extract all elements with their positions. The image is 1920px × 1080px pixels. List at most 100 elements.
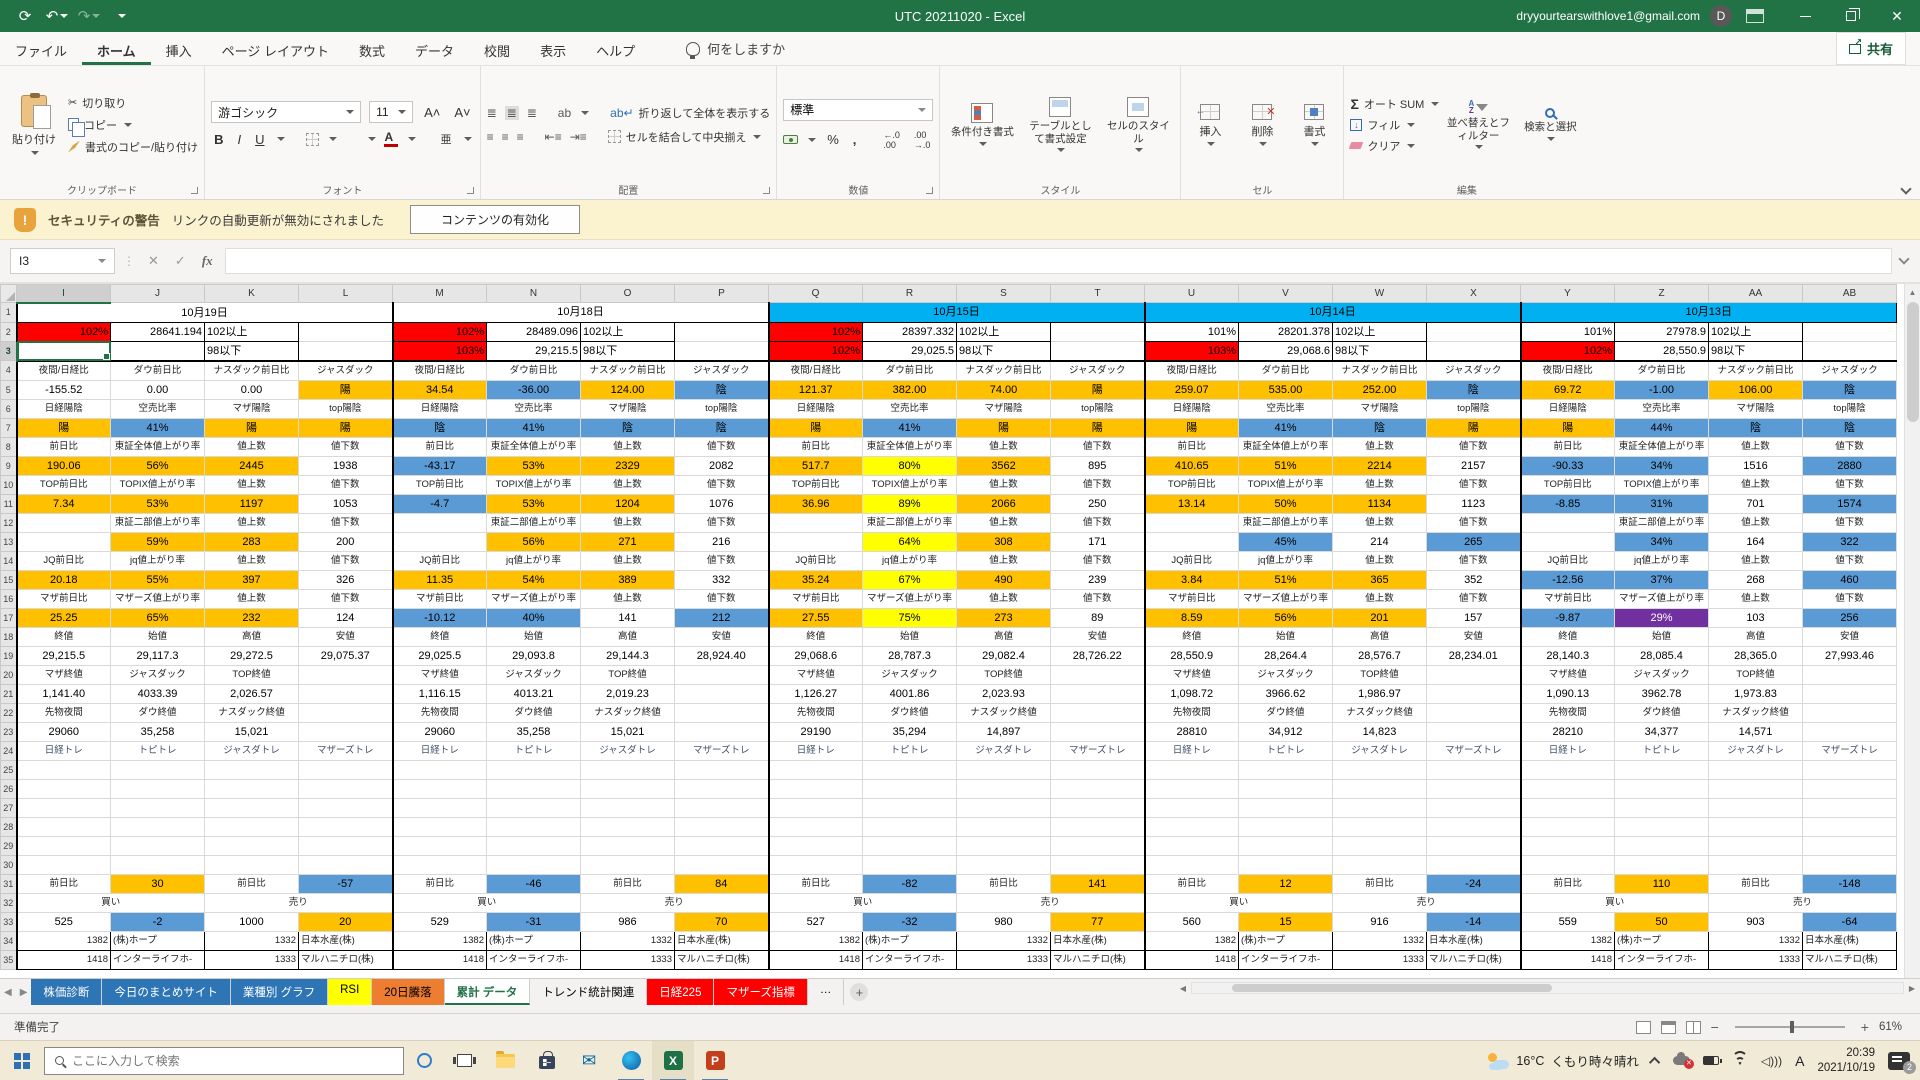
- cell-I7[interactable]: 陽: [17, 418, 111, 437]
- powerpoint-taskbar-button[interactable]: P: [694, 1041, 736, 1080]
- menu-tab-2[interactable]: ホーム: [82, 32, 151, 65]
- cell-K4[interactable]: ナスダック前日比: [205, 361, 299, 381]
- cell-Y4[interactable]: 夜間/日経比: [1521, 361, 1615, 381]
- scroll-up-icon[interactable]: ▲: [1905, 284, 1920, 300]
- cell-L15[interactable]: 326: [299, 570, 393, 589]
- cell-T23[interactable]: [1051, 722, 1145, 741]
- cell-P26[interactable]: [675, 779, 769, 798]
- cell-S17[interactable]: 273: [957, 608, 1051, 627]
- cell-W19[interactable]: 28,576.7: [1333, 646, 1427, 665]
- cell-Y23[interactable]: 28210: [1521, 722, 1615, 741]
- cell-P22[interactable]: [675, 703, 769, 722]
- cell-W25[interactable]: [1333, 760, 1427, 779]
- column-header-Q[interactable]: Q: [769, 285, 863, 303]
- cell-P10[interactable]: 値下数: [675, 475, 769, 494]
- cell-Y27[interactable]: [1521, 798, 1615, 817]
- column-header-P[interactable]: P: [675, 285, 769, 303]
- cell-Q1[interactable]: 10月15日: [769, 303, 1145, 323]
- cell-Y13[interactable]: [1521, 532, 1615, 551]
- cell-T13[interactable]: 171: [1051, 532, 1145, 551]
- cell-R21[interactable]: 4001.86: [863, 684, 957, 703]
- cell-I19[interactable]: 29,215.5: [17, 646, 111, 665]
- cell-R29[interactable]: [863, 836, 957, 855]
- cell-Q25[interactable]: [769, 760, 863, 779]
- cell-Z24[interactable]: トピトレ: [1615, 741, 1709, 760]
- cell-J20[interactable]: ジャスダック: [111, 665, 205, 684]
- save-icon[interactable]: ⟳: [16, 7, 34, 25]
- sheet-tab-7[interactable]: トレンド統計関連: [530, 979, 647, 1005]
- cell-AB35[interactable]: マルハニチロ(株): [1803, 950, 1897, 969]
- cell-Y7[interactable]: 陽: [1521, 418, 1615, 437]
- cell-N17[interactable]: 40%: [487, 608, 581, 627]
- row-header-24[interactable]: 24: [1, 741, 17, 760]
- cell-S6[interactable]: マザ陽陰: [957, 399, 1051, 418]
- cell-X3[interactable]: [1427, 341, 1521, 361]
- cell-N34[interactable]: (株)ホープ: [487, 931, 581, 950]
- cell-U18[interactable]: 終値: [1145, 627, 1239, 646]
- cell-N14[interactable]: jq値上がり率: [487, 551, 581, 570]
- cell-L17[interactable]: 124: [299, 608, 393, 627]
- cell-N23[interactable]: 35,258: [487, 722, 581, 741]
- cell-V19[interactable]: 28,264.4: [1239, 646, 1333, 665]
- cell-Z15[interactable]: 37%: [1615, 570, 1709, 589]
- cell-P4[interactable]: ジャスダック: [675, 361, 769, 381]
- cell-N30[interactable]: [487, 855, 581, 874]
- cell-L24[interactable]: マザーズトレ: [299, 741, 393, 760]
- sheet-tab-3[interactable]: 業種別 グラフ: [231, 979, 328, 1005]
- cell-L34[interactable]: 日本水産(株): [299, 931, 393, 950]
- cell-K8[interactable]: 値上数: [205, 437, 299, 456]
- row-header-8[interactable]: 8: [1, 437, 17, 456]
- cell-T11[interactable]: 250: [1051, 494, 1145, 513]
- cell-Y11[interactable]: -8.85: [1521, 494, 1615, 513]
- find-select-button[interactable]: 検索と選択: [1517, 70, 1583, 179]
- cell-M9[interactable]: -43.17: [393, 456, 487, 475]
- formula-input[interactable]: [225, 248, 1892, 274]
- cell-R22[interactable]: ダウ終値: [863, 703, 957, 722]
- cell-N5[interactable]: -36.00: [487, 380, 581, 399]
- cell-T5[interactable]: 陽: [1051, 380, 1145, 399]
- row-header-5[interactable]: 5: [1, 380, 17, 399]
- zoom-out-icon[interactable]: −: [1711, 1019, 1719, 1035]
- cell-J17[interactable]: 65%: [111, 608, 205, 627]
- avatar[interactable]: D: [1710, 5, 1732, 27]
- cell-R3[interactable]: 29,025.5: [863, 341, 957, 361]
- cell-I25[interactable]: [17, 760, 111, 779]
- cell-V2[interactable]: 28201.378: [1239, 322, 1333, 341]
- cell-Z19[interactable]: 28,085.4: [1615, 646, 1709, 665]
- cell-J8[interactable]: 東証全体値上がり率: [111, 437, 205, 456]
- cell-X25[interactable]: [1427, 760, 1521, 779]
- cell-T9[interactable]: 895: [1051, 456, 1145, 475]
- cell-I21[interactable]: 1,141.40: [17, 684, 111, 703]
- cell-S22[interactable]: ナスダック終値: [957, 703, 1051, 722]
- cell-AA27[interactable]: [1709, 798, 1803, 817]
- cell-X15[interactable]: 352: [1427, 570, 1521, 589]
- column-header-R[interactable]: R: [863, 285, 957, 303]
- column-header-O[interactable]: O: [581, 285, 675, 303]
- cell-W20[interactable]: TOP終値: [1333, 665, 1427, 684]
- column-header-I[interactable]: I: [17, 285, 111, 303]
- cell-V10[interactable]: TOPIX値上がり率: [1239, 475, 1333, 494]
- cell-S13[interactable]: 308: [957, 532, 1051, 551]
- cell-Q2[interactable]: 102%: [769, 322, 863, 341]
- cell-W2[interactable]: 102以上: [1333, 322, 1427, 341]
- bottom-align-icon[interactable]: ≣: [527, 108, 537, 118]
- cell-AA25[interactable]: [1709, 760, 1803, 779]
- sheet-tab-9[interactable]: マザーズ指標: [714, 979, 807, 1005]
- cell-Z12[interactable]: 東証二部値上がり率: [1615, 513, 1709, 532]
- cell-L11[interactable]: 1053: [299, 494, 393, 513]
- cell-N20[interactable]: ジャスダック: [487, 665, 581, 684]
- cell-L16[interactable]: 値下数: [299, 589, 393, 608]
- decrease-font-icon[interactable]: A˅: [451, 104, 473, 121]
- cell-O32[interactable]: 売り: [581, 893, 769, 912]
- cell-J22[interactable]: ダウ終値: [111, 703, 205, 722]
- cell-AA22[interactable]: ナスダック終値: [1709, 703, 1803, 722]
- horizontal-scrollbar-thumb[interactable]: [1232, 984, 1552, 992]
- cell-T2[interactable]: [1051, 322, 1145, 341]
- row-header-23[interactable]: 23: [1, 722, 17, 741]
- cell-V24[interactable]: トピトレ: [1239, 741, 1333, 760]
- cell-U10[interactable]: TOP前日比: [1145, 475, 1239, 494]
- cell-Y25[interactable]: [1521, 760, 1615, 779]
- row-header-16[interactable]: 16: [1, 589, 17, 608]
- cell-U31[interactable]: 前日比: [1145, 874, 1239, 893]
- fill-button[interactable]: ↓フィル: [1350, 117, 1439, 133]
